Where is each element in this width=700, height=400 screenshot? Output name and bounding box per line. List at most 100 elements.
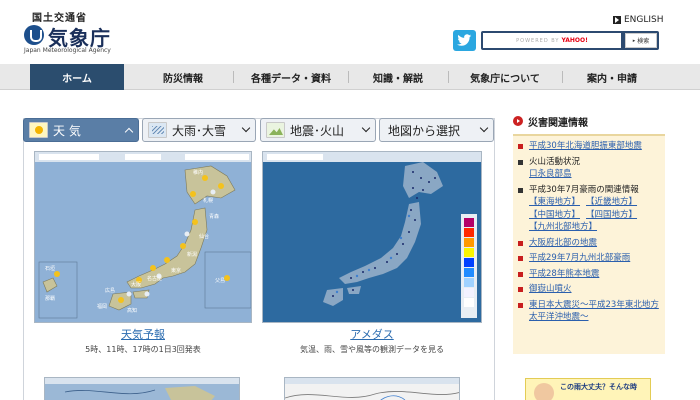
global-nav: ホーム 防災情報 各種データ・資料 知識・解説 気象庁について 案内・申請: [0, 64, 700, 90]
tab-map-select[interactable]: 地図から選択: [379, 118, 494, 142]
search-button-label: 検索: [637, 38, 650, 45]
svg-text:大阪: 大阪: [131, 281, 141, 288]
sidebar-heading: 平成30年7月豪雨の関連情報: [529, 184, 639, 195]
list-item: 東日本大震災～平成23年東北地方太平洋沖地震～: [518, 299, 661, 324]
amedas-map-image[interactable]: [262, 151, 482, 323]
tab-earthquake[interactable]: 地震･火山: [260, 118, 376, 142]
svg-text:高知: 高知: [127, 307, 137, 314]
svg-text:新潟: 新潟: [187, 251, 197, 258]
weather-chart-thumbnail[interactable]: [44, 377, 240, 400]
arrow-icon: [613, 16, 621, 24]
tab-weather[interactable]: 天 気: [23, 118, 139, 142]
nav-home[interactable]: ホーム: [30, 64, 124, 90]
amedas-description: 気温、雨、雪や風等の観測データを見る: [300, 345, 444, 354]
sidebar-link[interactable]: 大阪府北部の地震: [529, 237, 597, 250]
forecast-description: 5時、11時、17時の1日3回発表: [85, 345, 201, 354]
nav-divider: [348, 71, 349, 83]
nav-divider: [562, 71, 563, 83]
list-item: 火山活動状況: [518, 156, 661, 169]
sidebar-sublink[interactable]: 【四国地方】: [586, 209, 637, 222]
site-header: 国土交通省 気象庁 Japan Meteorological Agency EN…: [0, 0, 700, 64]
satellite-image: [285, 378, 459, 400]
svg-text:仙台: 仙台: [199, 233, 209, 240]
svg-text:東京: 東京: [171, 267, 181, 274]
bullet-icon: [518, 256, 523, 261]
nav-about[interactable]: 気象庁について: [451, 64, 559, 90]
sidebar-link[interactable]: 東日本大震災～平成23年東北地方太平洋沖地震～: [529, 299, 661, 324]
earthquake-volcano-icon: [266, 122, 285, 138]
svg-text:福岡: 福岡: [97, 303, 107, 310]
sidebar-sublink[interactable]: 【東海地方】: [529, 196, 580, 209]
sidebar-link[interactable]: 御嶽山噴火: [529, 283, 572, 296]
amedas-link[interactable]: アメダス: [262, 326, 482, 342]
nav-knowledge[interactable]: 知識・解説: [351, 64, 445, 90]
sidebar-sublink-row: 【中国地方】 【四国地方】: [529, 209, 661, 222]
sidebar-sublink[interactable]: 【中国地方】: [529, 209, 580, 222]
character-icon: [534, 383, 554, 400]
rain-icon: [148, 122, 167, 138]
list-item: 平成29年7月九州北部豪雨: [518, 252, 661, 265]
sidebar-title-label: 災害関連情報: [528, 117, 588, 129]
jma-logo[interactable]: 国土交通省 気象庁 Japan Meteorological Agency: [24, 9, 114, 57]
sidebar-link[interactable]: 平成29年7月九州北部豪雨: [529, 252, 630, 265]
search-input[interactable]: POWERED BY YAHOO!: [483, 33, 621, 48]
twitter-button[interactable]: [453, 30, 476, 51]
logo-english-name: Japan Meteorological Agency: [24, 47, 111, 54]
search-button[interactable]: ▸ 検索: [625, 33, 657, 48]
satellite-thumbnail[interactable]: [284, 377, 460, 400]
svg-text:青森: 青森: [209, 213, 219, 220]
sidebar-sublink[interactable]: 【近畿地方】: [586, 196, 637, 209]
nav-guide[interactable]: 案内・申請: [565, 64, 659, 90]
sidebar-title: 災害関連情報: [513, 108, 665, 134]
svg-text:那覇: 那覇: [45, 295, 55, 302]
search-powered-by: POWERED BY: [516, 37, 560, 44]
tab-heavy-rain[interactable]: 大雨･大雪: [142, 118, 256, 142]
sidebar-list: 平成30年北海道胆振東部地震 火山活動状況 口永良部島 平成30年7月豪雨の関連…: [513, 134, 665, 354]
forecast-link[interactable]: 天気予報: [34, 326, 252, 342]
weather-chart-image: [45, 378, 239, 400]
nav-divider: [233, 71, 234, 83]
sidebar-heading: 火山活動状況: [529, 156, 581, 167]
search-arrow-icon: ▸: [632, 37, 636, 44]
chevron-up-icon: [124, 127, 134, 137]
svg-text:広島: 広島: [105, 287, 115, 294]
chevron-down-icon: [479, 123, 489, 133]
nav-data[interactable]: 各種データ・資料: [236, 64, 346, 90]
yahoo-logo: YAHOO!: [561, 37, 588, 44]
bullet-icon: [518, 159, 523, 165]
bullet-icon: [518, 240, 523, 246]
sidebar-link[interactable]: 平成28年熊本地震: [529, 268, 599, 281]
bullet-icon: [518, 144, 523, 149]
svg-text:石垣: 石垣: [45, 265, 55, 272]
banner-text: この雨大丈夫？そんな時: [560, 383, 637, 391]
arrow-circle-icon: [513, 116, 523, 126]
svg-text:父島: 父島: [215, 277, 225, 284]
bullet-icon: [518, 287, 523, 292]
sun-icon: [29, 122, 48, 138]
jma-emblem-icon: [24, 25, 44, 45]
sidebar-sublink-row: 【九州北部地方】: [529, 221, 661, 234]
svg-text:稚内: 稚内: [193, 169, 203, 176]
svg-text:札幌: 札幌: [203, 197, 213, 204]
nav-disaster-info[interactable]: 防災情報: [136, 64, 230, 90]
amedas-map: [263, 152, 481, 322]
disaster-info-sidebar: 災害関連情報 平成30年北海道胆振東部地震 火山活動状況 口永良部島 平成30年…: [513, 108, 665, 400]
bullet-icon: [518, 271, 523, 277]
sidebar-sublink[interactable]: 口永良部島: [529, 168, 661, 181]
english-link[interactable]: ENGLISH: [613, 15, 664, 25]
bullet-icon: [518, 187, 523, 193]
tab-earthquake-label: 地震･火山: [290, 123, 345, 138]
sidebar-link[interactable]: 平成30年北海道胆振東部地震: [529, 140, 642, 153]
page: 国土交通省 気象庁 Japan Meteorological Agency EN…: [0, 0, 700, 400]
list-item: 大阪府北部の地震: [518, 237, 661, 250]
list-item: 平成28年熊本地震: [518, 268, 661, 281]
sidebar-sublink[interactable]: 【九州北部地方】: [529, 221, 597, 234]
bullet-icon: [518, 302, 523, 308]
site-search: POWERED BY YAHOO! ▸ 検索: [481, 31, 659, 50]
list-item: 平成30年北海道胆振東部地震: [518, 140, 661, 153]
twitter-icon: [457, 34, 472, 46]
rain-safety-banner[interactable]: この雨大丈夫？そんな時: [525, 378, 651, 400]
english-link-label: ENGLISH: [624, 15, 664, 25]
forecast-map-image[interactable]: 稚内 札幌 青森 仙台 新潟 東京 名古屋 大阪 広島 福岡 高知 父島 石垣 那覇: [34, 151, 252, 323]
tab-heavy-rain-label: 大雨･大雪: [172, 123, 227, 138]
